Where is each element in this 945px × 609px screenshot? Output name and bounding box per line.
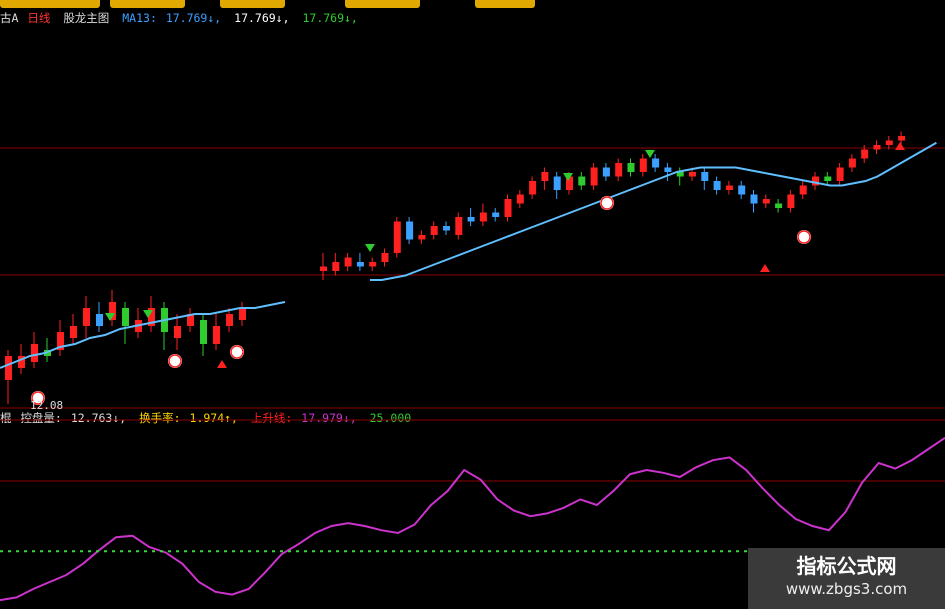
candle-body [70,326,77,338]
watermark-title: 指标公式网 [796,554,897,578]
candle-body [122,308,129,326]
candle-body [213,326,220,344]
candle-body [664,167,672,172]
price-label: 12.08 [30,399,63,412]
candle-body [627,163,635,172]
smiley-icon [797,230,811,244]
candle-body [174,326,181,338]
candle-body [713,181,721,190]
candle-body [83,308,90,326]
candle-body [393,221,401,253]
candle-body [873,145,881,150]
candle-body [553,176,561,190]
up-arrow-icon [895,142,905,150]
candle-body [516,194,524,204]
candle-body [799,185,807,195]
smiley-icon [168,354,182,368]
candle-body [590,167,598,186]
candle-body [381,253,389,262]
candle-body [750,194,758,204]
candle-body [200,320,207,344]
candle-body [455,217,463,235]
candle-body [787,194,795,208]
candle-body [332,262,340,271]
up-arrow-icon [217,360,227,368]
chart-canvas: 12.08 [0,131,945,602]
candle-body [31,344,38,362]
candle-body [5,356,12,380]
watermark-url: www.zbgs3.com [785,580,908,598]
candle-body [226,314,233,326]
down-arrow-icon [365,244,375,252]
candle-body [885,140,893,145]
candle-body [96,314,103,326]
candle-body [689,172,696,177]
candle-body [701,172,709,181]
candle-body [467,217,475,222]
candle-body [492,212,500,217]
candle-body [529,181,537,195]
candle-body [418,235,426,240]
candle-body [836,167,844,181]
candle-body [443,226,450,231]
candle-body [652,158,660,168]
candle-body [861,149,869,159]
smiley-icon [230,345,244,359]
candle-body [406,221,414,240]
candle-body [898,136,906,141]
candle-body [615,163,623,177]
candle-body [504,199,512,217]
smiley-icon [600,196,614,210]
candle-body [848,158,856,168]
candle-body [762,199,770,204]
candle-body [725,185,733,190]
candle-body [824,176,832,181]
candle-body [356,262,364,267]
candle-body [320,266,327,271]
candle-body [775,203,783,208]
candle-body [602,167,610,177]
candle-body [738,185,746,195]
candle-body [344,257,352,267]
candle-body [578,176,586,186]
candle-body [369,262,377,267]
candle-body [541,172,549,181]
candle-body [430,226,438,235]
candle-body [239,308,246,320]
candle-body [639,158,647,172]
down-arrow-icon [645,150,655,158]
site-watermark: 指标公式网 www.zbgs3.com [748,548,945,609]
candle-body [479,212,487,222]
up-arrow-icon [760,264,770,272]
